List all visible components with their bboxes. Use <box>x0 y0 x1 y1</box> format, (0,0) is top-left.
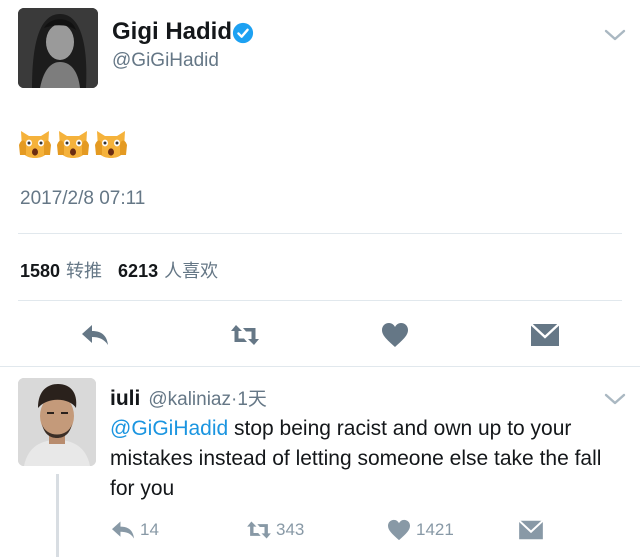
like-count[interactable]: 6213 <box>118 261 158 282</box>
reply-reply-button[interactable]: 14 <box>110 519 159 541</box>
heart-icon <box>382 323 408 347</box>
retweet-button[interactable] <box>228 320 262 350</box>
reply-avatar[interactable] <box>18 378 96 466</box>
avatar[interactable] <box>18 8 98 88</box>
reply-button[interactable] <box>78 320 112 350</box>
chevron-down-icon[interactable] <box>604 392 626 406</box>
tweet-stats: 1580 转推 6213 人喜欢 <box>20 257 234 283</box>
scream-cat-icon <box>95 131 127 158</box>
retweet-count[interactable]: 1580 <box>20 261 60 282</box>
reply-like-count: 1421 <box>416 520 454 539</box>
retweet-icon <box>231 325 259 345</box>
retweet-icon <box>247 521 271 539</box>
scream-cat-icon <box>57 131 89 158</box>
reply-retweet-count: 343 <box>276 520 305 539</box>
display-name[interactable]: Gigi Hadid <box>112 18 232 46</box>
envelope-icon <box>518 519 544 540</box>
direct-message-button[interactable] <box>528 320 562 350</box>
tweet-timestamp[interactable]: 2017/2/8 07:11 <box>20 188 145 210</box>
mention-link[interactable]: @GiGiHadid <box>110 417 228 440</box>
user-handle[interactable]: @GiGiHadid <box>112 50 219 72</box>
chevron-down-icon[interactable] <box>604 28 626 42</box>
reply-text: @GiGiHadid stop being racist and own up … <box>110 414 620 504</box>
reply-header: iuli @kaliniaz ·1天 <box>110 384 267 411</box>
verified-badge-icon <box>232 22 254 44</box>
reply-handle[interactable]: @kaliniaz <box>148 389 231 411</box>
reply-like-button[interactable]: 1421 <box>386 519 454 541</box>
envelope-icon <box>530 323 560 346</box>
reply-dm-button[interactable] <box>518 519 548 541</box>
heart-icon <box>388 519 410 541</box>
retweet-label[interactable]: 转推 <box>66 257 102 283</box>
reply-icon <box>112 521 134 539</box>
scream-cat-icon <box>19 131 51 158</box>
thread-line <box>56 474 59 557</box>
divider <box>0 366 640 367</box>
reply-profile-photo <box>18 378 96 466</box>
tweet-emoji-text <box>18 125 128 159</box>
like-label[interactable]: 人喜欢 <box>164 257 218 283</box>
reply-time[interactable]: ·1天 <box>231 384 267 411</box>
divider <box>18 233 622 234</box>
divider <box>18 300 622 301</box>
reply-reply-count: 14 <box>140 520 159 539</box>
reply-display-name[interactable]: iuli <box>110 387 140 411</box>
reply-retweet-button[interactable]: 343 <box>246 519 304 541</box>
profile-photo <box>18 8 98 88</box>
like-button[interactable] <box>378 320 412 350</box>
reply-icon <box>82 325 108 345</box>
